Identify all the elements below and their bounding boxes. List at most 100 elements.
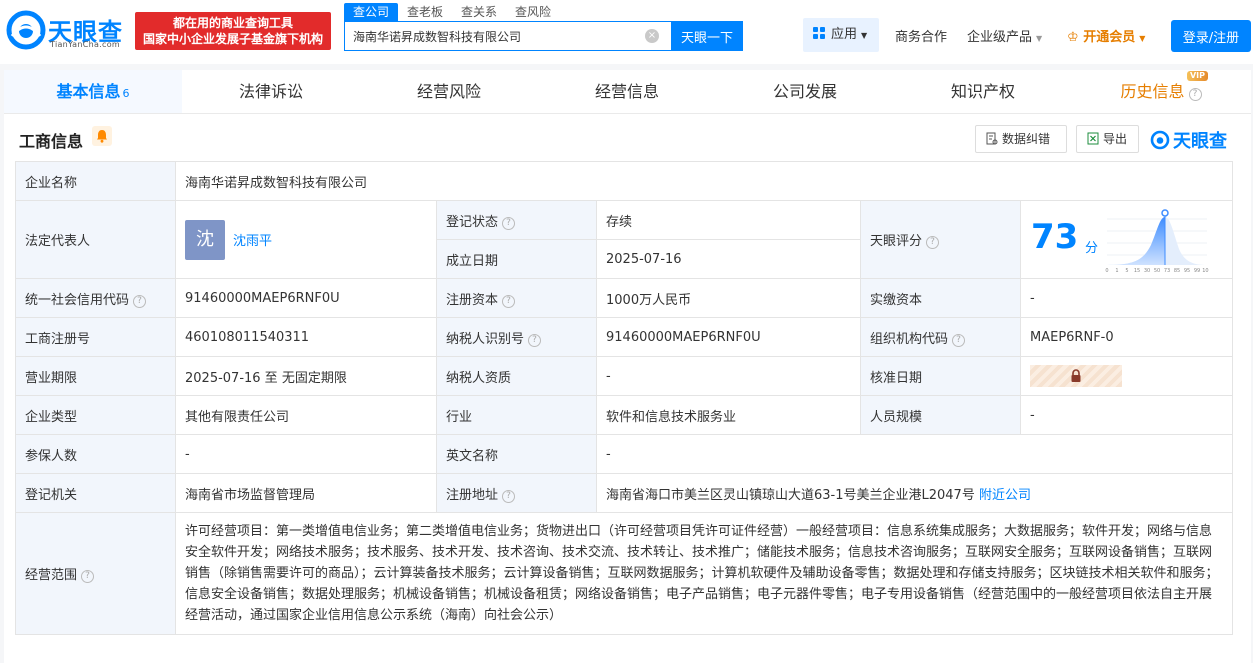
axis-tick-label: 73 <box>1164 268 1170 273</box>
reg-capital-value: 1000万人民币 <box>596 278 861 318</box>
term-key: 营业期限 <box>15 356 176 396</box>
tab-development[interactable]: 公司发展 <box>716 70 894 113</box>
founded-value: 2025-07-16 <box>596 239 861 279</box>
status-key-label: 登记状态 <box>446 214 499 230</box>
promo-banner[interactable]: 都在用的商业查询工具 国家中小企业发展子基金旗下机构 <box>135 12 331 50</box>
axis-tick-label: 5 <box>1125 268 1128 273</box>
tab-operation[interactable]: 经营信息 <box>538 70 716 113</box>
help-icon[interactable]: ? <box>502 489 516 503</box>
search-tab-risk[interactable]: 查风险 <box>506 3 560 21</box>
search-tab-company[interactable]: 查公司 <box>344 3 399 21</box>
apps-label: 应用 <box>831 27 858 42</box>
tab-label: 基本信息 <box>56 82 121 101</box>
score-key-label: 天眼评分 <box>870 234 923 249</box>
search-tab-relation[interactable]: 查关系 <box>452 3 506 21</box>
tab-basic-info[interactable]: 基本信息 6 <box>4 70 182 113</box>
clear-icon[interactable]: × <box>645 29 659 43</box>
nearby-companies-link[interactable]: 附近公司 <box>979 488 1031 503</box>
axis-tick-label: 99 <box>1194 268 1200 273</box>
section-tabs: 基本信息 6 法律诉讼 经营风险 经营信息 公司发展 知识产权 历史信息? VIP <box>4 70 1251 114</box>
data-correction-label: 数据纠错 <box>1002 132 1051 146</box>
status-key: 登记状态? <box>436 200 597 240</box>
taxpayer-id-value: 91460000MAEP6RNF0U <box>596 317 861 357</box>
export-button[interactable]: 导出 <box>1076 125 1139 153</box>
brand-watermark: 天眼查 <box>1150 127 1227 153</box>
vip-link[interactable]: ♔ 开通会员 ▼ <box>1067 26 1145 45</box>
address-key-label: 注册地址 <box>446 487 499 503</box>
bell-icon[interactable] <box>92 126 112 146</box>
score-widget: 73 分 01515305073859599100 <box>1021 203 1232 277</box>
industry-value: 软件和信息技术服务业 <box>596 395 861 435</box>
brand-text: 天眼查 <box>1173 131 1227 152</box>
section-title: 工商信息 <box>19 132 84 151</box>
score-marker-dot <box>1161 208 1169 217</box>
help-icon[interactable]: ? <box>133 294 147 308</box>
login-register-button[interactable]: 登录/注册 <box>1171 20 1251 52</box>
company-name-value: 海南华诺昇成数智科技有限公司 <box>175 161 1233 201</box>
locked-content[interactable] <box>1030 365 1122 387</box>
eye-logo-icon <box>6 10 46 50</box>
search-box: × <box>344 21 672 51</box>
taxpayer-id-key: 纳税人识别号? <box>436 317 597 357</box>
export-label: 导出 <box>1103 132 1128 146</box>
tab-history[interactable]: 历史信息? VIP <box>1072 70 1250 113</box>
tab-count: 6 <box>122 87 130 100</box>
table-row: 登记机关 海南省市场监督管理局 注册地址? 海南省海口市美兰区灵山镇琼山大道63… <box>15 473 1233 513</box>
promo-line-2: 国家中小企业发展子基金旗下机构 <box>142 32 323 46</box>
avatar[interactable]: 沈 <box>185 219 225 260</box>
logo-subtitle: TianYanCha.com <box>50 40 120 49</box>
search-button[interactable]: 天眼一下 <box>671 21 743 51</box>
apps-grid-icon <box>813 27 825 39</box>
chart-axis-ticks: 01515305073859599100 <box>1105 268 1209 273</box>
industry-key: 行业 <box>436 395 597 435</box>
chevron-down-icon: ▼ <box>1036 34 1043 43</box>
tab-legal[interactable]: 法律诉讼 <box>182 70 360 113</box>
credit-code-value: 91460000MAEP6RNF0U <box>175 278 437 318</box>
help-icon[interactable]: ? <box>528 333 542 347</box>
help-icon[interactable]: ? <box>1188 88 1202 101</box>
legal-rep-link[interactable]: 沈雨平 <box>233 234 272 249</box>
eye-logo-icon <box>1150 130 1170 150</box>
credit-code-key: 统一社会信用代码? <box>15 278 176 318</box>
tab-risk[interactable]: 经营风险 <box>360 70 538 113</box>
score-cell[interactable]: 73 分 01515305073859599100 <box>1020 200 1233 279</box>
site-logo[interactable]: 天眼查 TianYanCha.com <box>6 10 130 52</box>
table-row: 企业名称 海南华诺昇成数智科技有限公司 <box>15 161 1233 201</box>
scope-key: 经营范围? <box>15 512 176 635</box>
table-row: 经营范围? 许可经营项目：第一类增值电信业务；第二类增值电信业务；货物进出口（许… <box>15 512 1233 635</box>
help-icon[interactable]: ? <box>952 333 966 347</box>
type-key: 企业类型 <box>15 395 176 435</box>
approve-date-value <box>1020 356 1233 396</box>
company-name-key: 企业名称 <box>15 161 176 201</box>
tab-ip[interactable]: 知识产权 <box>894 70 1072 113</box>
edit-doc-icon <box>986 132 998 145</box>
help-icon[interactable]: ? <box>81 570 95 583</box>
english-name-key: 英文名称 <box>436 434 597 474</box>
org-code-value: MAEP6RNF-0 <box>1020 317 1233 357</box>
table-row: 统一社会信用代码? 91460000MAEP6RNF0U 注册资本? 1000万… <box>15 278 1233 318</box>
nav-business-cooperation[interactable]: 商务合作 <box>895 26 947 45</box>
reg-capital-key-label: 注册资本 <box>446 292 499 308</box>
apps-menu-button[interactable]: 应用 ▼ <box>803 18 879 52</box>
taxpayer-id-key-label: 纳税人识别号 <box>446 331 525 347</box>
vip-label: 开通会员 <box>1083 30 1136 45</box>
authority-key: 登记机关 <box>15 473 176 513</box>
scope-key-label: 经营范围 <box>25 568 78 583</box>
help-icon[interactable]: ? <box>502 294 516 308</box>
lock-icon <box>1071 369 1081 382</box>
data-correction-button[interactable]: 数据纠错 <box>975 125 1067 153</box>
credit-code-key-label: 统一社会信用代码 <box>25 292 130 308</box>
nav-enterprise-products[interactable]: 企业级产品 ▼ <box>967 26 1042 45</box>
axis-tick-label: 50 <box>1154 268 1160 273</box>
help-icon[interactable]: ? <box>502 216 516 230</box>
top-bar: 天眼查 TianYanCha.com 都在用的商业查询工具 国家中小企业发展子基… <box>0 0 1253 64</box>
founded-key: 成立日期 <box>436 239 597 279</box>
search-tab-boss[interactable]: 查老板 <box>398 3 452 21</box>
axis-tick-label: 30 <box>1144 268 1150 273</box>
search-input[interactable] <box>345 22 635 50</box>
promo-line-1: 都在用的商业查询工具 <box>172 16 293 30</box>
staff-key: 人员规模 <box>860 395 1021 435</box>
help-icon[interactable]: ? <box>926 236 940 249</box>
reg-no-value: 460108011540311 <box>175 317 437 357</box>
scope-value: 许可经营项目：第一类增值电信业务；第二类增值电信业务；货物进出口（许可经营项目凭… <box>175 512 1233 635</box>
